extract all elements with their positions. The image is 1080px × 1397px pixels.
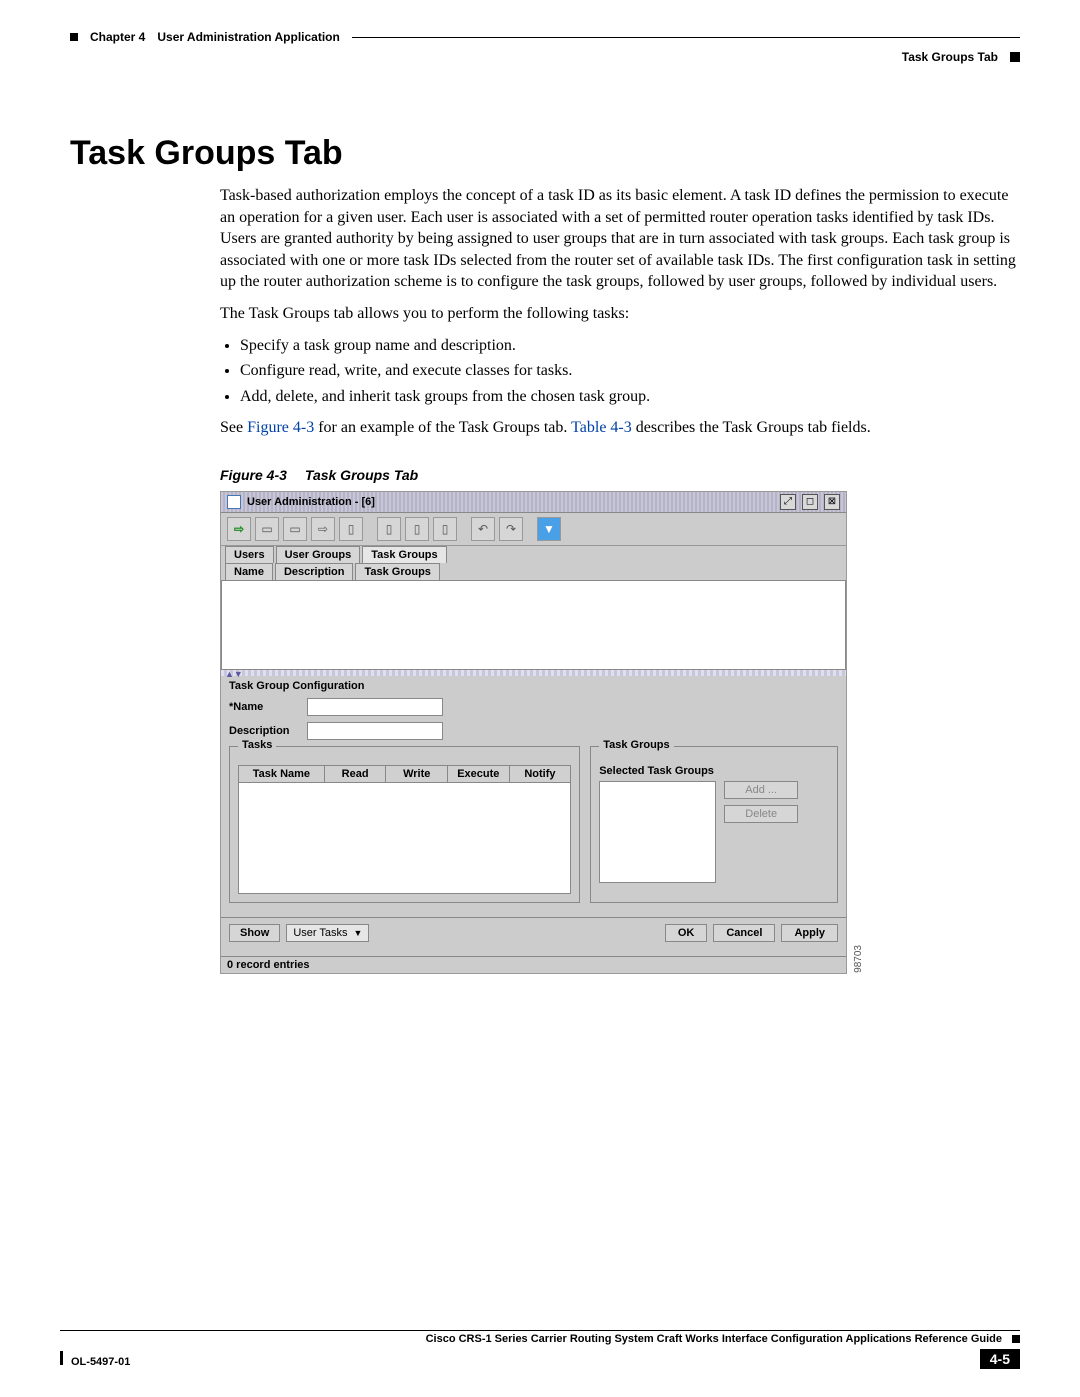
selected-task-groups-list[interactable] bbox=[599, 781, 716, 883]
add-button[interactable]: Add ... bbox=[724, 781, 798, 799]
undo-icon[interactable]: ↶ bbox=[471, 517, 495, 541]
show-button[interactable]: Show bbox=[229, 924, 280, 942]
bullet-item: Specify a task group name and descriptio… bbox=[240, 335, 1020, 357]
bullet-item: Configure read, write, and execute class… bbox=[240, 360, 1020, 382]
footer-square-icon bbox=[1012, 1335, 1020, 1343]
running-header: Chapter 4 User Administration Applicatio… bbox=[70, 30, 1020, 64]
toolbar-icon[interactable]: ⇨ bbox=[311, 517, 335, 541]
ok-button[interactable]: OK bbox=[665, 924, 708, 942]
col-execute[interactable]: Execute bbox=[448, 765, 510, 783]
doc-id: OL-5497-01 bbox=[71, 1356, 130, 1368]
tasks-grid-body[interactable] bbox=[238, 783, 571, 894]
toolbar-icon[interactable]: ▭ bbox=[283, 517, 307, 541]
tab-strip-main: Users User Groups Task Groups bbox=[221, 546, 846, 563]
toolbar-icon[interactable]: ▯ bbox=[377, 517, 401, 541]
col-name[interactable]: Name bbox=[225, 563, 273, 580]
figure-caption: Figure 4-3Task Groups Tab bbox=[220, 467, 1020, 483]
tab-users[interactable]: Users bbox=[225, 546, 274, 563]
close-icon[interactable]: ⊠ bbox=[824, 494, 840, 510]
col-description[interactable]: Description bbox=[275, 563, 354, 580]
paragraph-2: The Task Groups tab allows you to perfor… bbox=[220, 303, 1020, 325]
col-task-groups[interactable]: Task Groups bbox=[355, 563, 439, 580]
list-area[interactable] bbox=[221, 580, 846, 670]
tasks-fieldset: Tasks Task Name Read Write Execute Notif… bbox=[229, 746, 580, 903]
section-right: Task Groups Tab bbox=[902, 50, 998, 64]
status-bar: 0 record entries bbox=[221, 956, 846, 973]
config-header: Task Group Configuration bbox=[229, 678, 838, 698]
table-xref[interactable]: Table 4-3 bbox=[571, 419, 632, 436]
paragraph-1: Task-based authorization employs the con… bbox=[220, 185, 1020, 293]
name-label: *Name bbox=[229, 701, 301, 713]
toolbar-icon[interactable]: ▯ bbox=[339, 517, 363, 541]
tasks-legend: Tasks bbox=[238, 739, 276, 751]
bullet-item: Add, delete, and inherit task groups fro… bbox=[240, 386, 1020, 408]
config-panel: Task Group Configuration *Name Descripti… bbox=[221, 676, 846, 956]
header-square-icon bbox=[1010, 52, 1020, 62]
name-input[interactable] bbox=[307, 698, 443, 716]
config-footer: Show User Tasks ▼ OK Cancel Apply bbox=[221, 917, 846, 946]
toolbar-icon[interactable]: ▭ bbox=[255, 517, 279, 541]
book-title: Cisco CRS-1 Series Carrier Routing Syste… bbox=[426, 1333, 1002, 1345]
toolbar: ⇨ ▭ ▭ ⇨ ▯ ▯ ▯ ▯ ↶ ↷ ▼ bbox=[221, 513, 846, 546]
app-screenshot: 98703 User Administration - [6] ⤢ ◻ ⊠ ⇨ … bbox=[220, 491, 847, 974]
description-input[interactable] bbox=[307, 722, 443, 740]
window-title: User Administration - [6] bbox=[247, 496, 375, 508]
image-number: 98703 bbox=[853, 945, 864, 973]
commit-icon[interactable]: ⇨ bbox=[227, 517, 251, 541]
page-number: 4-5 bbox=[980, 1349, 1020, 1369]
col-read[interactable]: Read bbox=[325, 765, 387, 783]
tasks-grid-header: Task Name Read Write Execute Notify bbox=[238, 765, 571, 783]
col-task-name[interactable]: Task Name bbox=[238, 765, 325, 783]
description-label: Description bbox=[229, 725, 301, 737]
tab-user-groups[interactable]: User Groups bbox=[276, 546, 361, 563]
col-write[interactable]: Write bbox=[386, 765, 448, 783]
chevron-down-icon: ▼ bbox=[354, 928, 363, 938]
chapter-label: Chapter 4 bbox=[90, 30, 145, 44]
page-footer: Cisco CRS-1 Series Carrier Routing Syste… bbox=[60, 1330, 1020, 1369]
filter-icon[interactable]: ▼ bbox=[537, 517, 561, 541]
show-dropdown[interactable]: User Tasks ▼ bbox=[286, 924, 369, 942]
selected-task-groups-label: Selected Task Groups bbox=[599, 765, 829, 777]
chapter-title: User Administration Application bbox=[157, 30, 339, 44]
section-title: Task Groups Tab bbox=[70, 134, 1020, 173]
tab-task-groups[interactable]: Task Groups bbox=[362, 546, 446, 563]
figure-xref[interactable]: Figure 4-3 bbox=[247, 419, 314, 436]
body-text: Task-based authorization employs the con… bbox=[220, 185, 1020, 439]
splitter[interactable]: ▲▼ bbox=[221, 670, 846, 676]
header-marker bbox=[70, 33, 78, 41]
minimize-icon[interactable]: ⤢ bbox=[780, 494, 796, 510]
apply-button[interactable]: Apply bbox=[781, 924, 838, 942]
redo-icon[interactable]: ↷ bbox=[499, 517, 523, 541]
delete-button[interactable]: Delete bbox=[724, 805, 798, 823]
task-groups-fieldset: Task Groups Selected Task Groups Add ...… bbox=[590, 746, 838, 903]
column-headers: Name Description Task Groups bbox=[221, 563, 846, 580]
toolbar-icon[interactable]: ▯ bbox=[405, 517, 429, 541]
toolbar-icon[interactable]: ▯ bbox=[433, 517, 457, 541]
splitter-handle-icon: ▲▼ bbox=[225, 669, 243, 679]
bullet-list: Specify a task group name and descriptio… bbox=[240, 335, 1020, 408]
col-notify[interactable]: Notify bbox=[510, 765, 572, 783]
app-icon bbox=[227, 495, 241, 509]
footer-bar-icon bbox=[60, 1351, 63, 1365]
maximize-icon[interactable]: ◻ bbox=[802, 494, 818, 510]
titlebar: User Administration - [6] ⤢ ◻ ⊠ bbox=[221, 492, 846, 513]
see-line: See Figure 4-3 for an example of the Tas… bbox=[220, 417, 1020, 439]
cancel-button[interactable]: Cancel bbox=[713, 924, 775, 942]
task-groups-legend: Task Groups bbox=[599, 739, 673, 751]
